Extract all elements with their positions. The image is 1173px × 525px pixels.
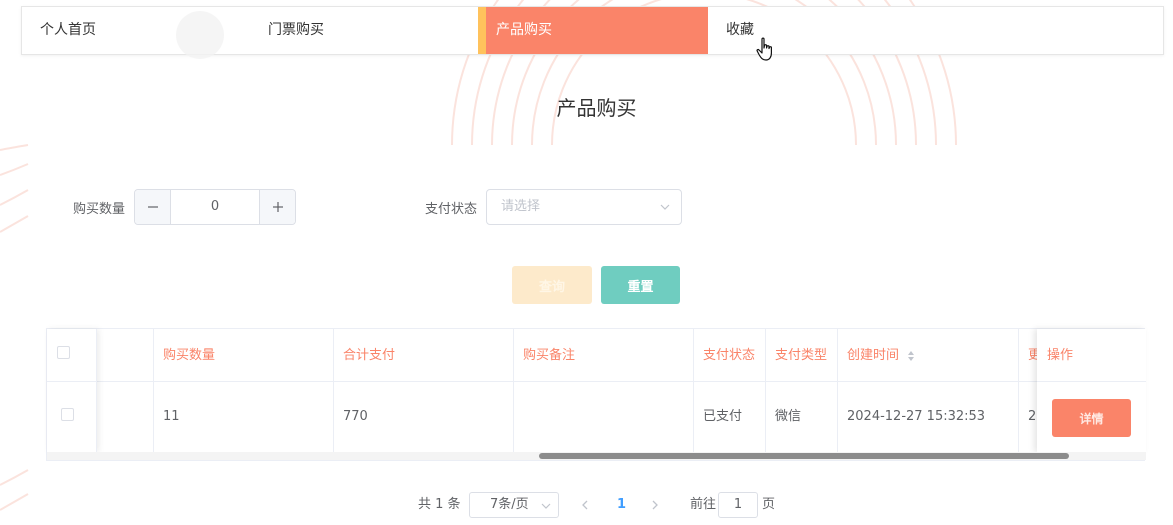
header-pay-status: 支付状态 [694,329,766,382]
header-quantity: 购买数量 [154,329,334,382]
next-page-icon[interactable] [650,499,660,511]
pagination-total: 共 1 条 [418,497,461,512]
header-remark: 购买备注 [514,329,694,382]
page-size-select[interactable]: 7条/页 [469,492,559,518]
table-cell-index [97,382,154,452]
page-suffix-label: 页 [762,497,776,512]
row-checkbox[interactable] [61,408,74,421]
pay-status-label: 支付状态 [425,202,478,217]
cell-pay-type: 微信 [766,382,838,452]
quantity-input[interactable]: 0 [171,190,259,224]
hand-cursor-icon [756,37,772,61]
header-total: 合计支付 [334,329,514,382]
page-size-value: 7条/页 [490,497,529,512]
nav-item-home[interactable]: 个人首页 [40,7,96,54]
select-all-checkbox[interactable] [57,346,70,359]
bg-arc [0,469,29,486]
reset-button[interactable]: 重置 [601,266,680,304]
bg-arc [0,163,29,176]
bg-arc [0,144,29,151]
plus-icon [272,202,283,212]
orders-table: 购买数量 合计支付 购买备注 支付状态 支付类型 创建时间 更 11 770 已… [46,328,1146,461]
chevron-down-icon [660,204,670,210]
cell-remark [514,382,694,452]
bg-arc [0,493,29,511]
nav-item-favorites[interactable]: 收藏 [726,7,754,54]
horizontal-scrollbar[interactable] [47,452,1146,460]
nav-item-products-label: 产品购买 [496,22,552,38]
sort-icon[interactable] [907,350,915,362]
search-button[interactable]: 查询 [512,266,592,304]
header-cell-index [97,329,154,382]
page-root: 个人首页 门票购买 产品购买 收藏 产品购买 购买数量 0 支付状态 请选择 查… [0,0,1173,525]
chevron-down-icon [541,503,551,509]
nav-item-products[interactable]: 产品购买 [478,7,708,54]
header-pay-type: 支付类型 [766,329,838,382]
cell-quantity: 11 [154,382,334,452]
goto-page-input[interactable]: 1 [718,492,758,518]
page-number-current[interactable]: 1 [617,492,626,518]
cell-pay-status: 已支付 [694,382,766,452]
header-created-label: 创建时间 [847,348,900,363]
header-actions: 操作 [1037,329,1146,382]
fixed-actions-column: 操作 详情 [1037,329,1146,452]
nav-item-tickets[interactable]: 门票购买 [268,7,324,54]
scrollbar-thumb[interactable] [539,453,1069,459]
minus-icon [147,206,158,208]
pay-status-placeholder: 请选择 [501,199,541,214]
nav-hover-circle [176,11,224,59]
quantity-label: 购买数量 [73,202,126,217]
fixed-checkbox-column [47,329,97,452]
prev-page-icon[interactable] [580,499,590,511]
header-checkbox-cell [47,329,97,382]
cell-created: 2024-12-27 15:32:53 [838,382,1019,452]
bg-arc [0,189,29,206]
cell-total: 770 [334,382,514,452]
quantity-stepper: 0 [134,189,296,225]
top-nav: 个人首页 门票购买 产品购买 收藏 [21,6,1164,59]
pay-status-select[interactable]: 请选择 [486,189,682,225]
bg-arc [0,215,29,233]
goto-label: 前往 [690,497,717,512]
decrement-button[interactable] [135,190,171,224]
detail-button[interactable]: 详情 [1052,399,1131,437]
increment-button[interactable] [259,190,295,224]
header-created[interactable]: 创建时间 [838,329,1019,382]
page-title: 产品购买 [556,96,637,120]
